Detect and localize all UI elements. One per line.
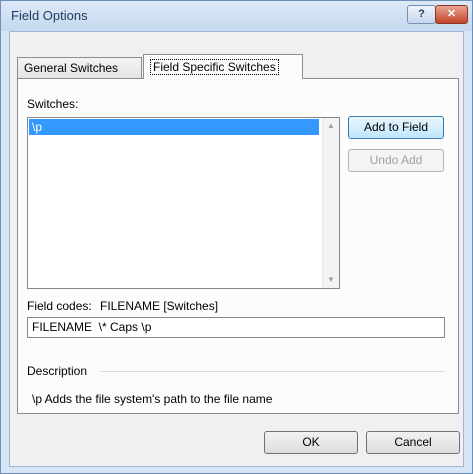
undo-add-button[interactable]: Undo Add bbox=[348, 149, 444, 172]
add-to-field-button[interactable]: Add to Field bbox=[348, 116, 444, 139]
description-heading: Description bbox=[27, 364, 88, 378]
tab-label: General Switches bbox=[24, 61, 119, 75]
field-options-dialog: Field Options ? ✕ General Switches Field… bbox=[0, 0, 473, 474]
scroll-down-arrow-icon[interactable]: ▼ bbox=[323, 272, 339, 288]
list-item[interactable]: \p bbox=[29, 119, 319, 135]
ok-button[interactable]: OK bbox=[264, 431, 358, 454]
dialog-title: Field Options bbox=[11, 8, 88, 23]
field-codes-label: Field codes: bbox=[27, 299, 92, 313]
dialog-client-area: General Switches Field Specific Switches… bbox=[9, 31, 464, 467]
vertical-scrollbar[interactable]: ▲ ▼ bbox=[322, 118, 339, 288]
scroll-up-arrow-icon[interactable]: ▲ bbox=[323, 118, 339, 134]
tab-label: Field Specific Switches bbox=[150, 59, 279, 75]
field-codes-syntax: FILENAME [Switches] bbox=[100, 299, 219, 313]
field-codes-input[interactable]: FILENAME \* Caps \p bbox=[27, 317, 445, 338]
tab-field-specific-switches[interactable]: Field Specific Switches bbox=[143, 54, 303, 79]
switches-label: Switches: bbox=[27, 97, 79, 111]
switches-listbox[interactable]: \p ▲ ▼ bbox=[27, 117, 340, 289]
description-divider bbox=[100, 371, 445, 372]
help-icon: ? bbox=[418, 8, 425, 20]
close-icon: ✕ bbox=[446, 8, 457, 20]
description-text: \p Adds the file system's path to the fi… bbox=[32, 392, 273, 406]
help-button[interactable]: ? bbox=[407, 5, 436, 24]
title-bar[interactable]: Field Options ? ✕ bbox=[1, 1, 472, 31]
close-button[interactable]: ✕ bbox=[435, 5, 468, 24]
tab-general-switches[interactable]: General Switches bbox=[17, 57, 142, 78]
cancel-button[interactable]: Cancel bbox=[366, 431, 460, 454]
tab-panel: Switches: \p ▲ ▼ Add to Field Undo Add F… bbox=[17, 78, 459, 414]
